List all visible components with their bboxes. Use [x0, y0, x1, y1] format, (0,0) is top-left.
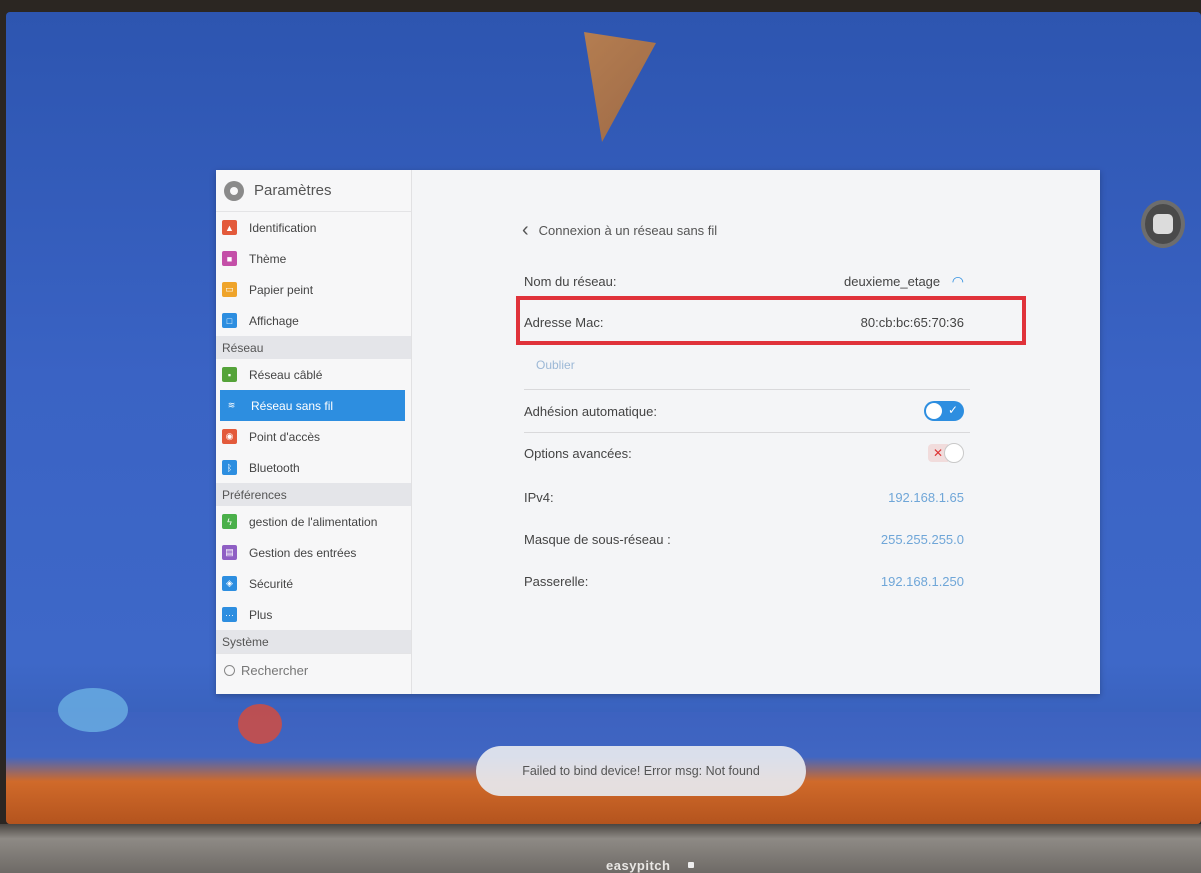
network-name-label: Nom du réseau:: [524, 273, 617, 289]
sidebar-section-preferences: Préférences: [216, 483, 411, 506]
auto-join-label: Adhésion automatique:: [524, 403, 657, 419]
theme-icon: ■: [222, 251, 237, 266]
wallpaper-icon: ▭: [222, 282, 237, 297]
auto-join-row: Adhésion automatique: ✓: [524, 394, 964, 428]
bluetooth-icon: ᛒ: [222, 460, 237, 475]
mac-address-highlight-box: [516, 296, 1026, 345]
advanced-options-toggle[interactable]: ✕: [928, 443, 964, 463]
wallpaper-triangle-decoration: [584, 32, 656, 142]
sidebar-item-label: Identification: [249, 220, 317, 235]
panel-title: Connexion à un réseau sans fil: [538, 222, 718, 238]
sidebar-item-label: Gestion des entrées: [249, 545, 357, 560]
divider: [524, 389, 970, 390]
error-toast: Failed to bind device! Error msg: Not fo…: [476, 746, 806, 796]
sidebar-item-label: Réseau câblé: [249, 367, 323, 382]
floating-menu-button[interactable]: [1141, 200, 1185, 248]
brand-logo: easypitch: [606, 858, 671, 873]
more-icon: ···: [222, 607, 237, 622]
sidebar-item-label: gestion de l'alimentation: [249, 514, 378, 529]
network-name-row: Nom du réseau: deuxieme_etage ◠: [524, 264, 964, 298]
network-name-value: deuxieme_etage: [844, 273, 941, 289]
wifi-details-panel: ‹ Connexion à un réseau sans fil Nom du …: [412, 170, 1100, 694]
wallpaper-shape-decoration: [238, 704, 282, 744]
display-icon: □: [222, 313, 237, 328]
sidebar-item-wired-network[interactable]: ▪ Réseau câblé: [216, 359, 411, 390]
identification-icon: ▲: [222, 220, 237, 235]
gear-icon: [224, 180, 244, 201]
back-header[interactable]: ‹ Connexion à un réseau sans fil: [522, 220, 717, 240]
sidebar-item-label: Point d'accès: [249, 429, 320, 444]
settings-sidebar: Paramètres ▲ Identification ■ Thème ▭ Pa…: [216, 170, 412, 694]
ethernet-icon: ▪: [222, 367, 237, 382]
subnet-mask-value: 255.255.255.0: [880, 531, 964, 547]
sidebar-item-power[interactable]: ϟ gestion de l'alimentation: [216, 506, 411, 537]
ipv4-row: IPv4: 192.168.1.65: [524, 480, 964, 514]
subnet-mask-row: Masque de sous-réseau : 255.255.255.0: [524, 522, 964, 556]
settings-window: Paramètres ▲ Identification ■ Thème ▭ Pa…: [216, 170, 1100, 694]
search-label: Rechercher: [241, 663, 309, 678]
sidebar-item-more[interactable]: ··· Plus: [216, 599, 411, 630]
sidebar-section-network: Réseau: [216, 336, 411, 359]
sidebar-item-inputs[interactable]: ▤ Gestion des entrées: [216, 537, 411, 568]
sidebar-item-label: Réseau sans fil: [251, 398, 334, 413]
sidebar-item-display[interactable]: □ Affichage: [216, 305, 411, 336]
network-name-value-wrap: deuxieme_etage ◠: [844, 273, 964, 290]
forget-network-button[interactable]: Oublier: [536, 358, 575, 372]
toggle-knob: [944, 443, 964, 463]
input-icon: ▤: [222, 545, 237, 560]
settings-title: Paramètres: [254, 182, 332, 199]
sidebar-item-wireless-network[interactable]: ≋ Réseau sans fil: [220, 390, 405, 421]
sidebar-item-label: Bluetooth: [249, 460, 300, 475]
sidebar-item-hotspot[interactable]: ◉ Point d'accès: [216, 421, 411, 452]
sidebar-item-label: Papier peint: [249, 282, 314, 297]
sidebar-header: Paramètres: [216, 170, 411, 212]
divider: [524, 432, 970, 433]
wifi-icon: ≋: [224, 398, 239, 413]
sidebar-section-system: Système: [216, 630, 411, 653]
security-icon: ◈: [222, 576, 237, 591]
sidebar-item-bluetooth[interactable]: ᛒ Bluetooth: [216, 452, 411, 483]
auto-join-toggle[interactable]: ✓: [924, 401, 964, 421]
back-arrow-icon[interactable]: ‹: [522, 220, 529, 240]
sidebar-item-label: Sécurité: [249, 576, 294, 591]
advanced-options-row: Options avancées: ✕: [524, 436, 964, 470]
check-icon: ✓: [947, 403, 958, 417]
gateway-value: 192.168.1.250: [880, 573, 964, 589]
sidebar-item-security[interactable]: ◈ Sécurité: [216, 568, 411, 599]
sidebar-item-label: Affichage: [249, 313, 299, 328]
power-indicator: [688, 862, 694, 868]
sidebar-item-identification[interactable]: ▲ Identification: [216, 212, 411, 243]
wifi-signal-icon: ◠: [951, 272, 964, 289]
ipv4-label: IPv4:: [524, 489, 554, 505]
subnet-mask-label: Masque de sous-réseau :: [524, 531, 671, 547]
sidebar-search[interactable]: Rechercher: [216, 653, 411, 687]
sidebar-item-label: Thème: [249, 251, 287, 266]
sidebar-item-wallpaper[interactable]: ▭ Papier peint: [216, 274, 411, 305]
search-icon: [224, 665, 235, 676]
hotspot-icon: ◉: [222, 429, 237, 444]
gateway-row: Passerelle: 192.168.1.250: [524, 564, 964, 598]
power-icon: ϟ: [222, 514, 237, 529]
gateway-label: Passerelle:: [524, 573, 589, 589]
advanced-options-label: Options avancées:: [524, 445, 632, 461]
wallpaper-globe-decoration: [58, 688, 128, 732]
sidebar-item-theme[interactable]: ■ Thème: [216, 243, 411, 274]
sidebar-item-label: Plus: [249, 607, 273, 622]
monitor-bezel: [0, 824, 1201, 873]
ipv4-value: 192.168.1.65: [888, 489, 964, 505]
